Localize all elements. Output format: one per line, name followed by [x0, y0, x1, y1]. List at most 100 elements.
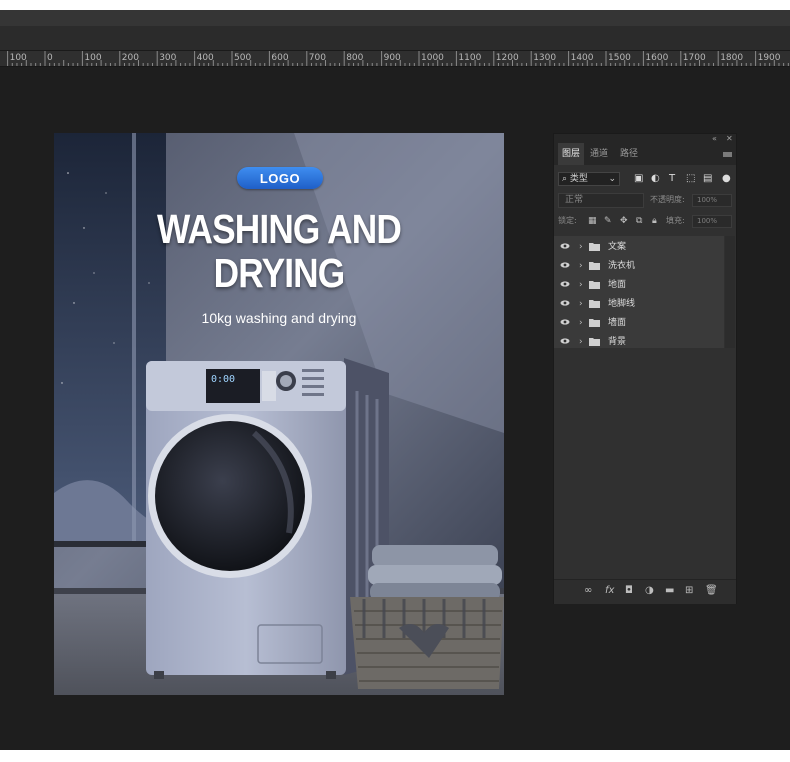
add-mask-icon[interactable]: ◘ [625, 585, 633, 597]
bottom-border [0, 750, 790, 762]
logo-badge: LOGO [237, 167, 323, 189]
shape-filter-icon[interactable]: ⬚ [686, 173, 695, 185]
ruler-label: 900 [383, 53, 401, 63]
layer-name: 地脚线 [608, 299, 636, 309]
ruler-label: 1300 [533, 53, 557, 63]
blend-mode-select[interactable]: 正常 [558, 193, 644, 208]
link-layers-icon[interactable]: ∞ [584, 585, 592, 597]
layer-row[interactable]: › 背景 [554, 333, 724, 352]
expand-caret-icon[interactable]: › [579, 317, 583, 329]
visibility-eye-icon[interactable] [560, 281, 570, 287]
ruler-label: 400 [196, 53, 214, 63]
layer-filter-row: ⌕ 类型 ⌄ ▣ ◐ T ⬚ ▤ ● [556, 170, 734, 188]
adjustment-layer-icon[interactable]: ◑ [645, 585, 654, 597]
ruler-label: 1700 [682, 53, 706, 63]
ruler-label: 600 [271, 53, 289, 63]
filter-type-label: 类型 [569, 174, 588, 184]
expand-caret-icon[interactable]: › [579, 279, 583, 291]
ruler-label: 800 [346, 53, 364, 63]
horizontal-ruler[interactable]: 100 0 100 200 300 400 500 600 700 800 900 1000 1100 1… [0, 51, 790, 67]
ruler-label: 500 [234, 53, 252, 63]
layer-name: 文案 [608, 242, 627, 252]
ruler-label: 1400 [570, 53, 594, 63]
ruler-label: 1900 [757, 53, 781, 63]
expand-caret-icon[interactable]: › [579, 336, 583, 348]
panel-menu-icon[interactable] [723, 152, 732, 157]
lock-artboard-icon[interactable]: ⧉ [636, 215, 642, 227]
visibility-eye-icon[interactable] [560, 262, 570, 268]
layers-panel: « ✕ 图层 通道 路径 ⌕ 类型 ⌄ ▣ ◐ T ⬚ ▤ ● 正常 不透明度: … [553, 133, 737, 604]
new-layer-icon[interactable]: ⊞ [685, 585, 693, 597]
adjustment-filter-icon[interactable]: ◐ [651, 173, 660, 185]
lock-position-icon[interactable]: ✥ [620, 215, 628, 227]
subheadline: 10kg washing and drying [201, 310, 357, 326]
opacity-label: 不透明度: [650, 195, 685, 204]
layer-name: 墙面 [608, 318, 627, 328]
expand-caret-icon[interactable]: › [579, 260, 583, 272]
visibility-eye-icon[interactable] [560, 300, 570, 306]
lock-label: 锁定: [558, 216, 577, 225]
layer-row[interactable]: › 文案 [554, 238, 724, 257]
washer-display: 0:00 [211, 374, 236, 385]
panel-title-bar[interactable]: « ✕ [554, 134, 736, 143]
type-filter-icon[interactable]: T [669, 173, 675, 185]
ruler-label: 300 [159, 53, 177, 63]
expand-caret-icon[interactable]: › [579, 298, 583, 310]
smart-object-filter-icon[interactable]: ▤ [703, 173, 712, 185]
menu-bar [0, 10, 790, 26]
fill-label: 填充: [666, 216, 685, 225]
ruler-label: 1000 [421, 53, 444, 63]
visibility-eye-icon[interactable] [560, 338, 570, 344]
headline-line-2: DRYING [213, 250, 346, 296]
ruler-label: 1100 [458, 53, 482, 63]
ruler-label: 100 [9, 53, 27, 63]
folder-icon [589, 281, 600, 289]
opacity-field[interactable]: 100% [692, 194, 732, 207]
ruler-label: 1800 [720, 53, 744, 63]
tab-channels[interactable]: 通道 [590, 148, 608, 160]
document-canvas[interactable]: LOGO WASHING AND DRYING 10kg washing and… [54, 133, 504, 695]
filter-type-select[interactable]: ⌕ 类型 ⌄ [558, 172, 620, 186]
layer-row[interactable]: › 地脚线 [554, 295, 724, 314]
blend-row: 正常 不透明度: 100% [556, 193, 734, 209]
ruler-label: 1500 [608, 53, 631, 63]
headline-line-1: WASHING AND [157, 206, 402, 252]
lock-all-icon[interactable]: 🔒︎ [652, 215, 657, 227]
lock-pixels-icon[interactable]: ▦ [588, 215, 597, 227]
top-border [0, 0, 790, 10]
close-icon[interactable]: ✕ [726, 134, 733, 143]
fx-icon[interactable]: fx [605, 585, 614, 597]
headline: WASHING AND DRYING [86, 207, 473, 295]
delete-layer-icon[interactable]: 🗑︎ [705, 585, 718, 597]
folder-icon [589, 300, 600, 308]
folder-icon [589, 319, 600, 327]
tab-paths[interactable]: 路径 [620, 148, 638, 160]
lock-row: 锁定: ▦ ✎ ✥ ⧉ 🔒︎ 填充: 100% [556, 214, 734, 230]
image-filter-icon[interactable]: ▣ [634, 173, 643, 185]
panel-bottom-toolbar: ∞ fx ◘ ◑ ▬ ⊞ 🗑︎ [554, 579, 736, 604]
layer-row[interactable]: › 墙面 [554, 314, 724, 333]
expand-caret-icon[interactable]: › [579, 241, 583, 253]
ruler-label: 0 [47, 53, 53, 63]
tab-layers[interactable]: 图层 [558, 143, 585, 165]
options-bar [0, 26, 790, 51]
ruler-label: 200 [121, 53, 139, 63]
lock-paint-icon[interactable]: ✎ [604, 215, 612, 227]
layer-row[interactable]: › 洗衣机 [554, 257, 724, 276]
search-icon: ⌕ [562, 174, 570, 184]
layer-name: 地面 [608, 280, 627, 290]
layer-list-scrollbar[interactable] [725, 236, 735, 348]
layer-name: 洗衣机 [608, 261, 636, 271]
fill-field[interactable]: 100% [692, 215, 732, 228]
ruler-label: 1600 [645, 53, 669, 63]
chevron-down-icon: ⌄ [608, 174, 616, 184]
visibility-eye-icon[interactable] [560, 319, 570, 325]
visibility-eye-icon[interactable] [560, 243, 570, 249]
ruler-label: 1200 [495, 53, 519, 63]
layer-row[interactable]: › 地面 [554, 276, 724, 295]
collapse-icon[interactable]: « [712, 134, 717, 143]
layer-list: › 文案 › 洗衣机 › 地面 › 地脚线 › 墙面 › 背景 [554, 236, 724, 348]
panel-tabs: 图层 通道 路径 [554, 143, 736, 165]
new-group-icon[interactable]: ▬ [665, 585, 674, 597]
filter-toggle-icon[interactable]: ● [722, 173, 731, 185]
